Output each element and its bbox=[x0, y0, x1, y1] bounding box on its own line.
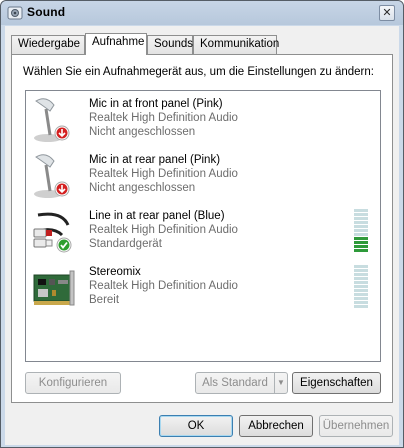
device-list[interactable]: Mic in at front panel (Pink) Realtek Hig… bbox=[25, 90, 381, 362]
tab-kommunikation[interactable]: Kommunikation bbox=[193, 35, 280, 54]
device-driver: Realtek High Definition Audio bbox=[89, 112, 238, 124]
level-meter-segment bbox=[354, 301, 368, 304]
close-button[interactable]: ✕ bbox=[379, 5, 395, 21]
speaker-icon bbox=[7, 6, 23, 20]
device-item-mic-front[interactable]: Mic in at front panel (Pink) Realtek Hig… bbox=[26, 93, 380, 149]
tab-aufnahme[interactable]: Aufnahme bbox=[85, 33, 147, 55]
microphone-icon bbox=[34, 154, 70, 198]
tab-label: Aufnahme bbox=[92, 36, 145, 48]
window-title: Sound bbox=[27, 5, 66, 19]
sound-card-icon bbox=[33, 270, 75, 306]
level-meter-segment bbox=[354, 273, 368, 276]
tab-label: Kommunikation bbox=[200, 38, 280, 50]
device-status: Standardgerät bbox=[89, 238, 162, 250]
chevron-down-icon: ▼ bbox=[277, 378, 285, 387]
close-icon: ✕ bbox=[382, 7, 392, 19]
level-meter-segment bbox=[354, 237, 368, 240]
rca-cable-icon bbox=[33, 212, 72, 253]
device-status: Nicht angeschlossen bbox=[89, 182, 196, 194]
level-meter-segment bbox=[354, 297, 368, 300]
level-meter-segment bbox=[354, 269, 368, 272]
level-meter-segment bbox=[354, 293, 368, 296]
level-meter-segment bbox=[354, 281, 368, 284]
device-item-line-in[interactable]: Line in at rear panel (Blue) Realtek Hig… bbox=[26, 205, 380, 261]
device-name: Mic in at front panel (Pink) bbox=[89, 98, 223, 110]
level-meter-segment bbox=[354, 289, 368, 292]
properties-button[interactable]: Eigenschaften bbox=[292, 372, 381, 394]
dialog-client-area: Wiedergabe Aufnahme Sounds Kommunikation… bbox=[5, 26, 399, 445]
cancel-button[interactable]: Abbrechen bbox=[239, 415, 313, 437]
level-meter bbox=[354, 265, 368, 309]
level-meter-segment bbox=[354, 225, 368, 228]
device-name: Mic in at rear panel (Pink) bbox=[89, 154, 221, 166]
recording-tab-panel: Wählen Sie ein Aufnahmegerät aus, um die… bbox=[11, 54, 393, 403]
configure-button[interactable]: Konfigurieren bbox=[25, 372, 121, 394]
device-driver: Realtek High Definition Audio bbox=[89, 280, 238, 292]
set-default-button[interactable]: Als Standard bbox=[195, 372, 275, 394]
device-status: Bereit bbox=[89, 294, 120, 306]
tab-sounds[interactable]: Sounds bbox=[147, 35, 193, 54]
level-meter-segment bbox=[354, 305, 368, 308]
ok-button[interactable]: OK bbox=[159, 415, 233, 437]
level-meter-segment bbox=[354, 241, 368, 244]
title-bar[interactable]: Sound ✕ bbox=[1, 1, 403, 25]
level-meter-segment bbox=[354, 277, 368, 280]
tab-wiedergabe[interactable]: Wiedergabe bbox=[11, 35, 85, 54]
level-meter-segment bbox=[354, 285, 368, 288]
level-meter-segment bbox=[354, 265, 368, 268]
device-item-mic-rear[interactable]: Mic in at rear panel (Pink) Realtek High… bbox=[26, 149, 380, 205]
device-status: Nicht angeschlossen bbox=[89, 126, 196, 138]
level-meter-segment bbox=[354, 213, 368, 216]
instruction-text: Wählen Sie ein Aufnahmegerät aus, um die… bbox=[23, 66, 374, 78]
level-meter-segment bbox=[354, 233, 368, 236]
device-driver: Realtek High Definition Audio bbox=[89, 168, 238, 180]
level-meter-segment bbox=[354, 229, 368, 232]
level-meter-segment bbox=[354, 245, 368, 248]
set-default-dropdown-arrow[interactable]: ▼ bbox=[274, 372, 288, 394]
device-item-stereomix[interactable]: Stereomix Realtek High Definition Audio … bbox=[26, 261, 380, 317]
sound-dialog-window: Sound ✕ Wiedergabe Aufnahme Sounds Kommu… bbox=[0, 0, 404, 448]
device-driver: Realtek High Definition Audio bbox=[89, 224, 238, 236]
device-name: Stereomix bbox=[89, 266, 141, 278]
tab-label: Wiedergabe bbox=[18, 38, 81, 50]
level-meter-segment bbox=[354, 249, 368, 252]
level-meter-segment bbox=[354, 221, 368, 224]
device-name: Line in at rear panel (Blue) bbox=[89, 210, 225, 222]
apply-button[interactable]: Übernehmen bbox=[319, 415, 393, 437]
microphone-icon bbox=[34, 98, 70, 142]
level-meter bbox=[354, 209, 368, 253]
level-meter-segment bbox=[354, 217, 368, 220]
level-meter-segment bbox=[354, 209, 368, 212]
tab-label: Sounds bbox=[154, 38, 194, 50]
